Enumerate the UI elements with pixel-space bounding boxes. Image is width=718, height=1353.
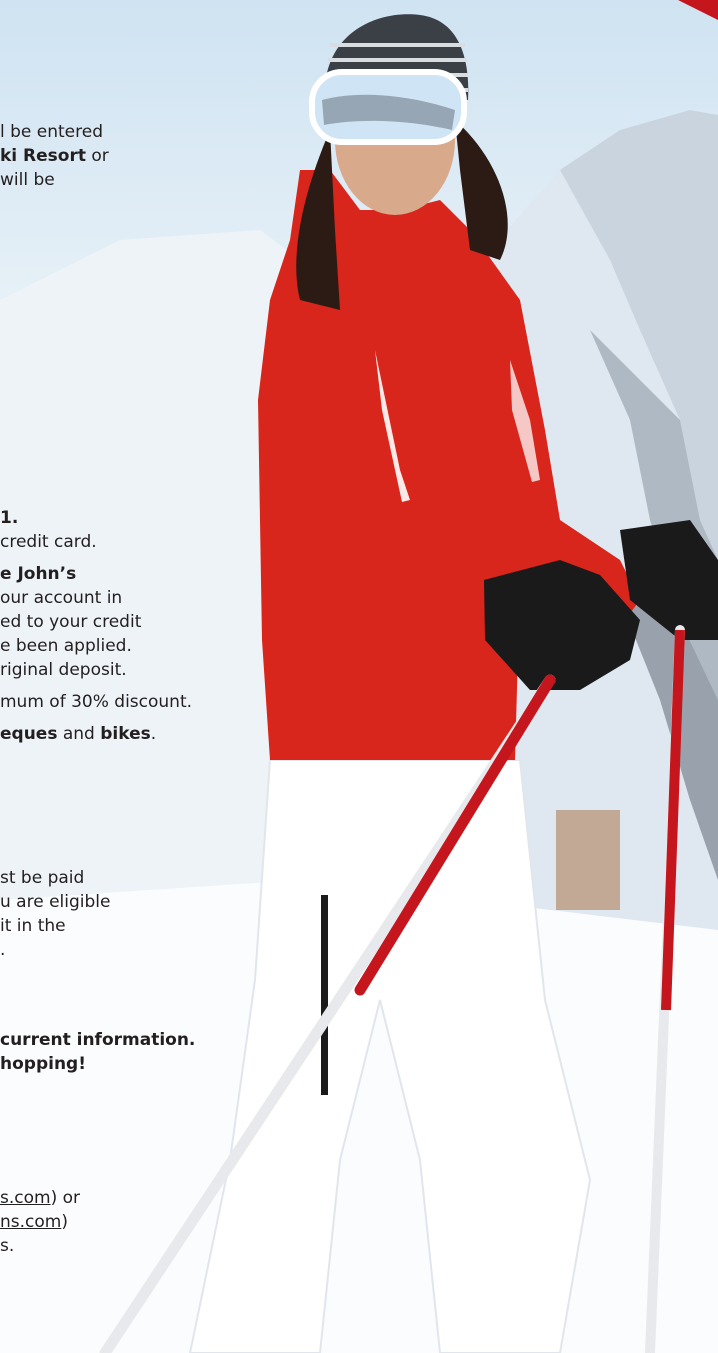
text-line: ed to your credit	[0, 612, 142, 632]
text-fragment: )	[61, 1212, 68, 1232]
paragraph-entry: l be entered ki Resort or will be	[0, 120, 109, 192]
step-heading: 1.	[0, 508, 19, 528]
corner-ribbon	[678, 0, 718, 20]
text-line: mum of 30% discount.	[0, 692, 193, 712]
text-line: our account in	[0, 588, 123, 608]
resort-name: ki Resort	[0, 146, 86, 166]
text-line: l be entered	[0, 122, 104, 142]
paragraph-payment: st be paid u are eligible it in the .	[0, 866, 110, 962]
text-line: eques and bikes.	[0, 722, 192, 746]
text-fragment: ) or	[50, 1188, 81, 1208]
paragraph-info: current information. hopping!	[0, 1028, 195, 1076]
text-line: e been applied.	[0, 636, 132, 656]
bold-term: eques	[0, 724, 58, 744]
text-line: u are eligible	[0, 892, 111, 912]
store-name: e John’s	[0, 564, 77, 584]
bold-term: bikes	[100, 724, 151, 744]
text-line: ns.com)	[0, 1210, 80, 1234]
text-line: ki Resort or	[0, 144, 109, 168]
text-fragment: .	[150, 724, 157, 744]
text-line: current information.	[0, 1030, 196, 1050]
text-line: it in the	[0, 916, 66, 936]
text-line: will be	[0, 170, 55, 190]
text-line: credit card.	[0, 532, 97, 552]
text-fragment: and	[57, 724, 101, 744]
text-line: .	[0, 940, 6, 960]
text-line: st be paid	[0, 868, 85, 888]
paragraph-contact: s.com) or ns.com) s.	[0, 1186, 80, 1258]
text-line: s.	[0, 1236, 15, 1256]
text-fragment: or	[85, 146, 109, 166]
text-line: riginal deposit.	[0, 660, 127, 680]
text-line: s.com) or	[0, 1186, 80, 1210]
paragraph-terms: 1. credit card. e John’s our account in …	[0, 506, 192, 746]
website-link[interactable]: ns.com	[0, 1212, 61, 1232]
website-link[interactable]: s.com	[0, 1188, 51, 1208]
text-line: hopping!	[0, 1054, 86, 1074]
